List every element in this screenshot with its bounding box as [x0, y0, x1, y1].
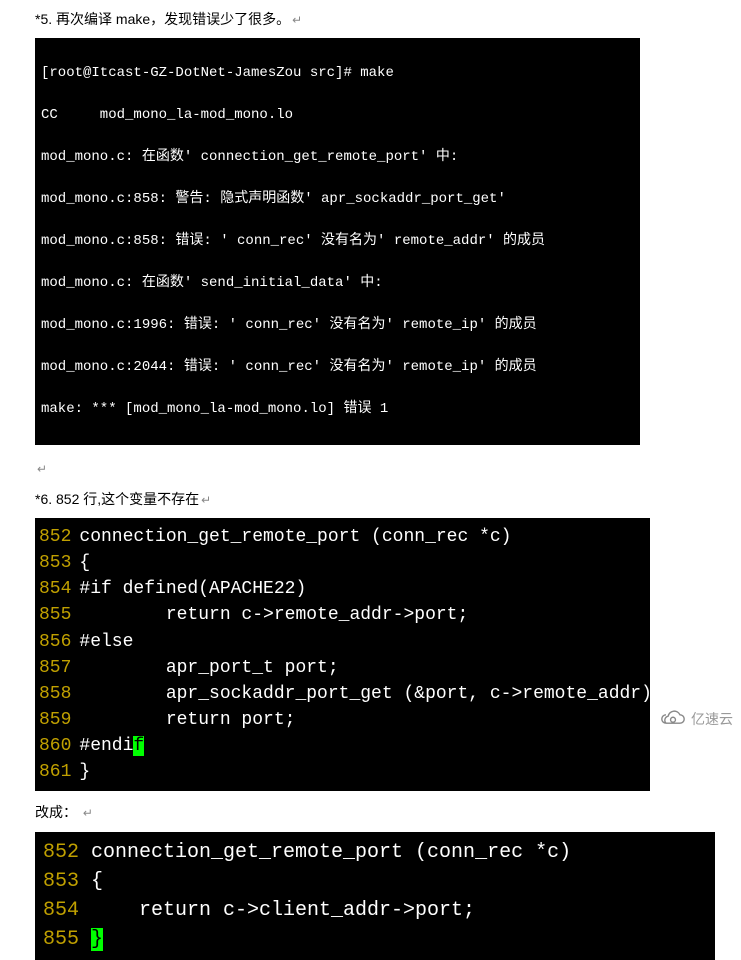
return-char: ↵: [37, 462, 47, 476]
code-text: }: [79, 759, 90, 785]
terminal-code-after: 852connection_get_remote_port (conn_rec …: [35, 832, 715, 960]
line-number: 861: [39, 759, 79, 785]
line-number: 854: [39, 576, 79, 602]
line-number: 852: [39, 524, 79, 550]
code-text: {: [91, 867, 103, 896]
line-number: 856: [39, 629, 79, 655]
code-text: apr_sockaddr_port_get (&port, c->remote_…: [79, 681, 662, 707]
line-number: 855: [39, 602, 79, 628]
code-row: 858 apr_sockaddr_port_get (&port, c->rem…: [39, 681, 646, 707]
line-number: 852: [43, 838, 91, 867]
code-row: 853{: [43, 867, 707, 896]
code-row: 859 return port;: [39, 707, 646, 733]
code-row: 852connection_get_remote_port (conn_rec …: [43, 838, 707, 867]
terminal-line: mod_mono.c:1996: 错误: ' conn_rec' 没有名为' r…: [41, 315, 634, 336]
terminal-line: [root@Itcast-GZ-DotNet-JamesZou src]# ma…: [41, 63, 634, 84]
code-row: 857 apr_port_t port;: [39, 655, 646, 681]
code-row: 861}: [39, 759, 646, 785]
line-number: 855: [43, 925, 91, 954]
terminal-line: CC mod_mono_la-mod_mono.lo: [41, 105, 634, 126]
code-text: }: [91, 925, 103, 954]
code-row: 855 return c->remote_addr->port;: [39, 602, 646, 628]
watermark: 亿速云: [659, 709, 733, 729]
return-char: ↵: [83, 806, 93, 820]
terminal-line: mod_mono.c:2044: 错误: ' conn_rec' 没有名为' r…: [41, 357, 634, 378]
return-char: ↵: [292, 13, 302, 27]
para-text: *5. 再次编译 make，发现错误少了很多。: [35, 11, 290, 27]
terminal-line: mod_mono.c:858: 警告: 隐式声明函数' apr_sockaddr…: [41, 189, 634, 210]
cloud-icon: [659, 710, 687, 728]
line-number: 853: [43, 867, 91, 896]
code-text: apr_port_t port;: [79, 655, 338, 681]
code-text: #if defined(APACHE22): [79, 576, 306, 602]
return-char: ↵: [201, 493, 211, 507]
code-text: return c->remote_addr->port;: [79, 602, 468, 628]
terminal-make-output: [root@Itcast-GZ-DotNet-JamesZou src]# ma…: [35, 38, 640, 445]
line-number: 859: [39, 707, 79, 733]
line-number: 854: [43, 896, 91, 925]
code-text: connection_get_remote_port (conn_rec *c): [79, 524, 511, 550]
code-row: 854 return c->client_addr->port;: [43, 896, 707, 925]
para-text: 改成：: [35, 804, 77, 820]
code-row: 853{: [39, 550, 646, 576]
spacer-return: ↵: [35, 457, 741, 479]
para-text: *6. 852 行,这个变量不存在: [35, 491, 199, 507]
code-row: 855}: [43, 925, 707, 954]
code-text: connection_get_remote_port (conn_rec *c): [91, 838, 571, 867]
terminal-line: mod_mono.c: 在函数' connection_get_remote_p…: [41, 147, 634, 168]
terminal-line: mod_mono.c:858: 错误: ' conn_rec' 没有名为' re…: [41, 231, 634, 252]
terminal-code-before: 852connection_get_remote_port (conn_rec …: [35, 518, 650, 791]
cursor: }: [91, 928, 103, 951]
code-text: return c->client_addr->port;: [91, 896, 475, 925]
line-number: 858: [39, 681, 79, 707]
code-text: #else: [79, 629, 133, 655]
paragraph-changed-to: 改成： ↵: [35, 801, 741, 823]
line-number: 853: [39, 550, 79, 576]
terminal-line: mod_mono.c: 在函数' send_initial_data' 中:: [41, 273, 634, 294]
code-text: {: [79, 550, 90, 576]
cursor: f: [133, 736, 144, 756]
code-row: 852connection_get_remote_port (conn_rec …: [39, 524, 646, 550]
watermark-text: 亿速云: [691, 709, 733, 729]
code-row: 856#else: [39, 629, 646, 655]
terminal-line: make: *** [mod_mono_la-mod_mono.lo] 错误 1: [41, 399, 634, 420]
line-number: 857: [39, 655, 79, 681]
code-text: return port;: [79, 707, 295, 733]
paragraph-step6: *6. 852 行,这个变量不存在↵: [35, 488, 741, 510]
paragraph-step5: *5. 再次编译 make，发现错误少了很多。↵: [35, 8, 741, 30]
code-row: 854#if defined(APACHE22): [39, 576, 646, 602]
